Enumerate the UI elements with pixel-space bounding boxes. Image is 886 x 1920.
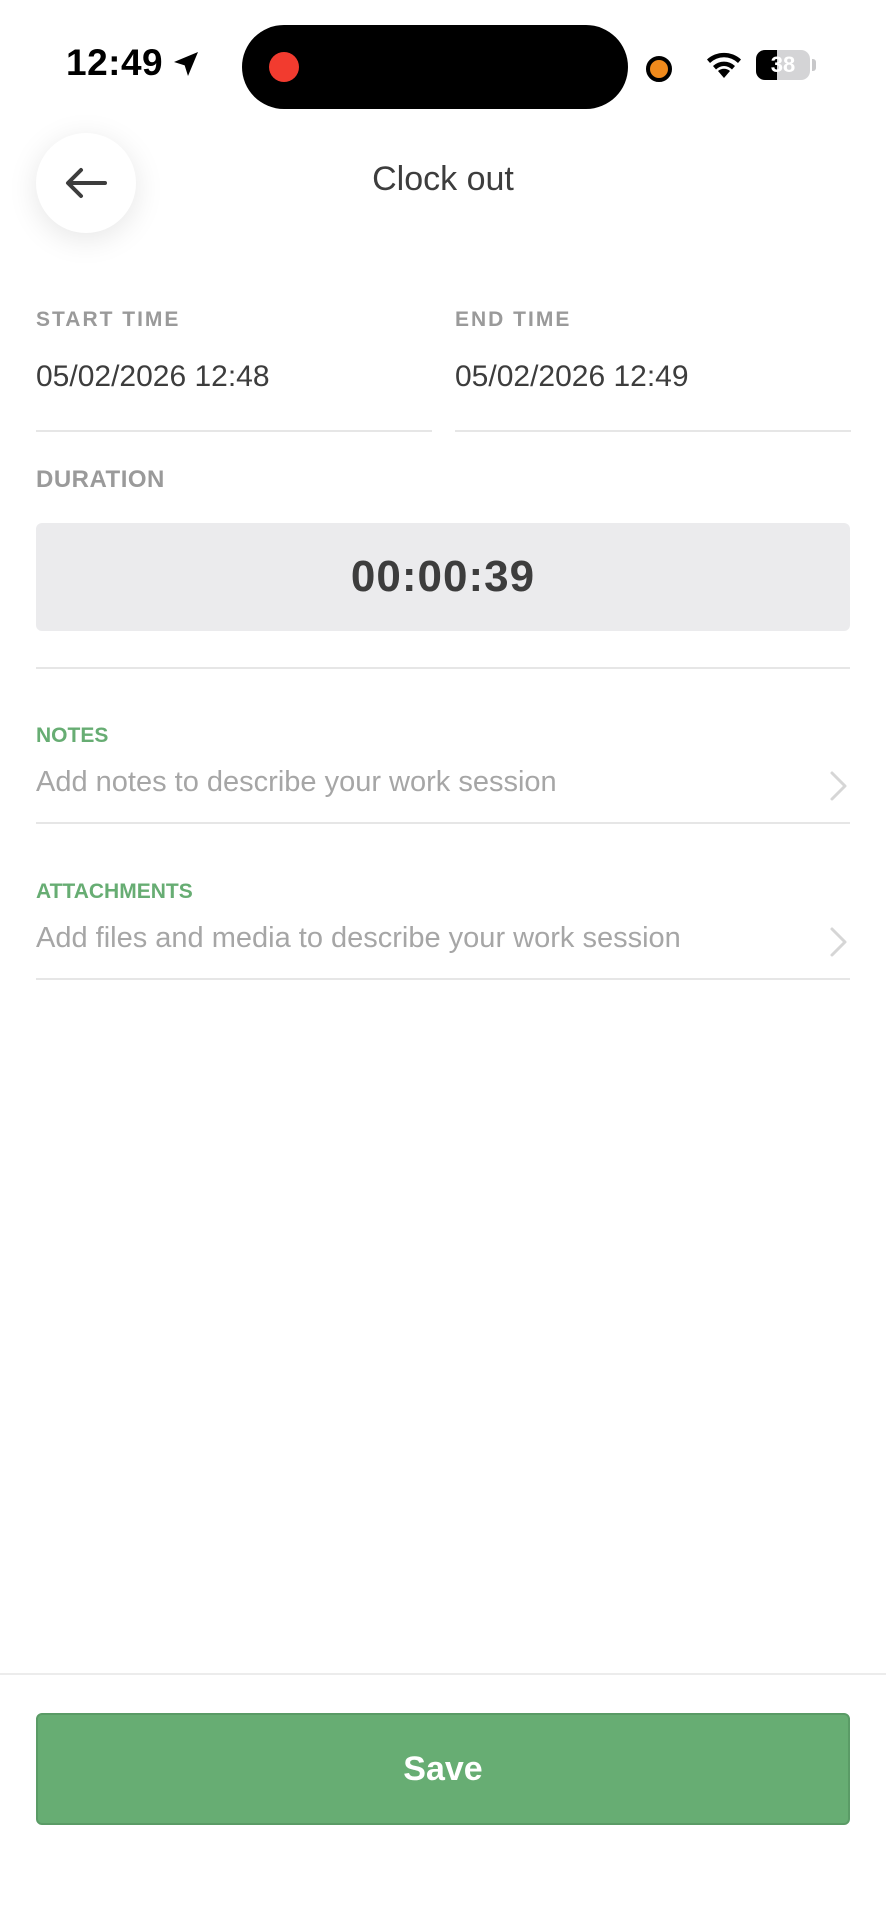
page-title: Clock out bbox=[372, 160, 514, 198]
recording-indicator-icon bbox=[269, 52, 299, 82]
microphone-indicator-icon bbox=[646, 56, 672, 82]
chevron-right-icon bbox=[830, 927, 847, 957]
clock-out-screen: 12:49 38 Clock out START TIME 05/02/2026… bbox=[0, 0, 886, 1920]
start-time-field[interactable]: START TIME 05/02/2026 12:48 bbox=[36, 300, 432, 432]
attachments-row[interactable]: ATTACHMENTS Add files and media to descr… bbox=[36, 870, 850, 980]
battery-icon: 38 bbox=[756, 50, 810, 80]
attachments-placeholder: Add files and media to describe your wor… bbox=[36, 922, 681, 954]
start-time-value[interactable]: 05/02/2026 12:48 bbox=[36, 360, 270, 394]
chevron-right-icon bbox=[830, 771, 847, 801]
wifi-icon bbox=[707, 52, 741, 78]
duration-label: DURATION bbox=[36, 466, 165, 493]
footer-divider bbox=[0, 1673, 886, 1675]
location-arrow-icon bbox=[174, 52, 198, 76]
status-time: 12:49 bbox=[66, 42, 164, 83]
battery-cap bbox=[812, 59, 816, 71]
duration-display: 00:00:39 bbox=[36, 523, 850, 631]
duration-value: 00:00:39 bbox=[350, 552, 536, 601]
battery-level: 38 bbox=[770, 52, 796, 77]
end-time-label: END TIME bbox=[455, 308, 572, 331]
end-time-value[interactable]: 05/02/2026 12:49 bbox=[455, 360, 689, 394]
divider bbox=[36, 667, 850, 669]
save-button[interactable]: Save bbox=[36, 1713, 850, 1825]
dynamic-island bbox=[242, 25, 628, 109]
attachments-label: ATTACHMENTS bbox=[36, 880, 193, 903]
end-time-field[interactable]: END TIME 05/02/2026 12:49 bbox=[455, 300, 851, 432]
start-time-label: START TIME bbox=[36, 308, 181, 331]
notes-placeholder: Add notes to describe your work session bbox=[36, 766, 557, 798]
status-bar: 12:49 38 bbox=[0, 0, 886, 130]
notes-row[interactable]: NOTES Add notes to describe your work se… bbox=[36, 714, 850, 824]
notes-label: NOTES bbox=[36, 724, 109, 747]
